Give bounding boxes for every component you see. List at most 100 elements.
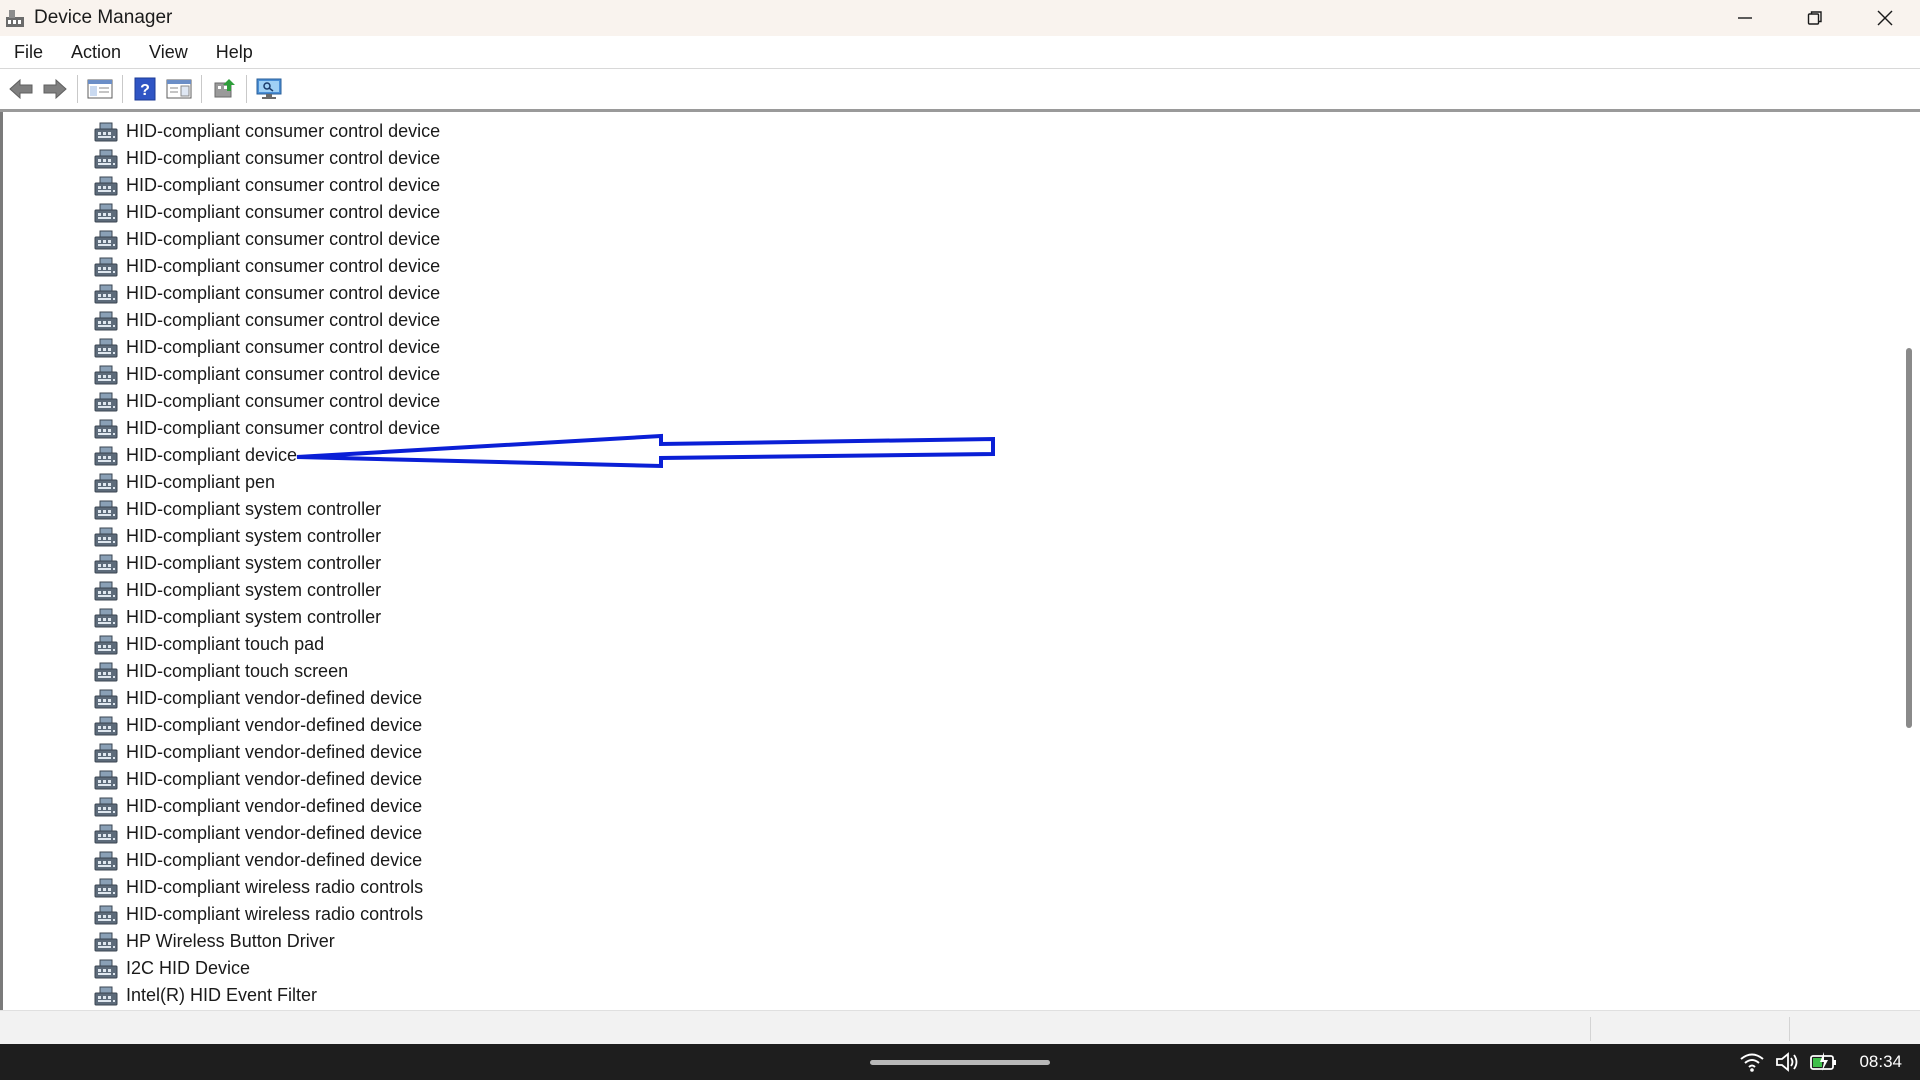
device-label: HID-compliant system controller — [126, 580, 382, 600]
taskbar: 08:34 — [0, 1044, 1920, 1080]
device-tree-item[interactable]: HID-compliant vendor-defined device — [93, 820, 440, 847]
device-tree-item[interactable]: HID-compliant consumer control device — [93, 415, 440, 442]
hid-device-icon — [94, 149, 118, 168]
device-label: HID-compliant consumer control device — [126, 121, 441, 141]
device-tree: HID-compliant consumer control device HID… — [93, 118, 440, 1009]
device-tree-item[interactable]: HID-compliant vendor-defined device — [93, 685, 440, 712]
device-tree-item[interactable]: HID-compliant vendor-defined device — [93, 847, 440, 874]
device-tree-item[interactable]: HID-compliant system controller — [93, 550, 440, 577]
device-tree-item[interactable]: HID-compliant vendor-defined device — [93, 712, 440, 739]
device-tree-item[interactable]: I2C HID Device — [93, 955, 440, 982]
menu-view[interactable]: View — [135, 42, 202, 63]
status-separator — [1789, 1017, 1790, 1041]
device-tree-item[interactable]: HID-compliant consumer control device — [93, 307, 440, 334]
back-button[interactable] — [4, 72, 38, 106]
device-label: HID-compliant wireless radio controls — [126, 877, 424, 897]
device-label: HID-compliant consumer control device — [126, 229, 441, 249]
close-icon — [1877, 10, 1893, 26]
device-tree-item[interactable]: HID-compliant consumer control device — [93, 145, 440, 172]
device-tree-item[interactable]: HID-compliant touch screen — [93, 658, 440, 685]
device-tree-item[interactable]: HID-compliant vendor-defined device — [93, 739, 440, 766]
device-tree-item[interactable]: HID-compliant system controller — [93, 496, 440, 523]
hid-device-icon — [94, 473, 118, 492]
system-tray: 08:34 — [1737, 1044, 1920, 1080]
device-tree-item[interactable]: HID-compliant vendor-defined device — [93, 793, 440, 820]
taskbar-handle[interactable] — [870, 1060, 1050, 1065]
hid-device-icon — [94, 986, 118, 1005]
hid-device-icon — [94, 419, 118, 438]
show-hide-console-tree-button[interactable] — [83, 72, 117, 106]
device-label: HID-compliant vendor-defined device — [126, 688, 423, 708]
menu-bar: File Action View Help — [0, 36, 1920, 69]
device-tree-item[interactable]: HID-compliant system controller — [93, 577, 440, 604]
device-tree-item[interactable]: HID-compliant consumer control device — [93, 253, 440, 280]
scan-hardware-changes-icon — [256, 78, 282, 99]
console-tree-icon — [87, 79, 113, 99]
device-tree-item[interactable]: HID-compliant consumer control device — [93, 172, 440, 199]
hid-device-icon — [94, 851, 118, 870]
device-tree-item[interactable]: HID-compliant vendor-defined device — [93, 766, 440, 793]
properties-view-button[interactable] — [162, 72, 196, 106]
hid-device-icon — [94, 554, 118, 573]
device-label: HID-compliant vendor-defined device — [126, 742, 423, 762]
status-bar — [0, 1010, 1920, 1045]
device-label: HID-compliant pen — [126, 472, 276, 492]
hid-device-icon — [94, 230, 118, 249]
help-button[interactable]: ? — [128, 72, 162, 106]
device-tree-item[interactable]: HID-compliant consumer control device — [93, 388, 440, 415]
device-tree-item[interactable]: HID-compliant wireless radio controls — [93, 901, 440, 928]
forward-button[interactable] — [38, 72, 72, 106]
toolbar-separator — [246, 75, 247, 103]
minimize-button[interactable] — [1710, 0, 1780, 36]
volume-button[interactable] — [1773, 1047, 1803, 1077]
close-button[interactable] — [1850, 0, 1920, 36]
device-tree-item[interactable]: HID-compliant pen — [93, 469, 440, 496]
wifi-button[interactable] — [1737, 1047, 1767, 1077]
forward-arrow-icon — [43, 78, 67, 100]
minimize-icon — [1738, 17, 1752, 19]
device-tree-item[interactable]: HID-compliant consumer control device — [93, 118, 440, 145]
device-tree-item[interactable]: HID-compliant wireless radio controls — [93, 874, 440, 901]
vertical-scrollbar[interactable] — [1897, 112, 1920, 1010]
menu-file[interactable]: File — [0, 42, 57, 63]
device-tree-item[interactable]: HID-compliant consumer control device — [93, 334, 440, 361]
device-label: HID-compliant system controller — [126, 607, 382, 627]
properties-view-icon — [166, 79, 192, 99]
back-arrow-icon — [9, 78, 33, 100]
device-tree-item[interactable]: HID-compliant consumer control device — [93, 361, 440, 388]
battery-button[interactable] — [1809, 1047, 1839, 1077]
hid-device-icon — [94, 878, 118, 897]
device-tree-item[interactable]: HID-compliant device — [93, 442, 440, 469]
device-tree-item[interactable]: Intel(R) HID Event Filter — [93, 982, 440, 1009]
device-label: HID-compliant consumer control device — [126, 148, 441, 168]
hid-device-icon — [94, 527, 118, 546]
hid-device-icon — [94, 932, 118, 951]
hid-device-icon — [94, 662, 118, 681]
device-tree-item[interactable]: HP Wireless Button Driver — [93, 928, 440, 955]
device-tree-item[interactable]: HID-compliant touch pad — [93, 631, 440, 658]
device-tree-item[interactable]: HID-compliant consumer control device — [93, 199, 440, 226]
device-tree-item[interactable]: HID-compliant consumer control device — [93, 226, 440, 253]
device-label: HID-compliant vendor-defined device — [126, 769, 423, 789]
clock[interactable]: 08:34 — [1859, 1052, 1902, 1072]
hid-device-icon — [94, 716, 118, 735]
device-label: HID-compliant consumer control device — [126, 337, 441, 357]
restore-button[interactable] — [1780, 0, 1850, 36]
scrollbar-thumb[interactable] — [1906, 348, 1912, 728]
device-label: HP Wireless Button Driver — [126, 931, 335, 951]
device-label: HID-compliant consumer control device — [126, 283, 441, 303]
toolbar-separator — [201, 75, 202, 103]
device-label: HID-compliant device — [126, 445, 298, 465]
menu-help[interactable]: Help — [202, 42, 267, 63]
scan-hardware-changes-button[interactable] — [252, 72, 286, 106]
window-controls — [1710, 0, 1920, 36]
device-tree-item[interactable]: HID-compliant consumer control device — [93, 280, 440, 307]
device-tree-item[interactable]: HID-compliant system controller — [93, 604, 440, 631]
device-tree-item[interactable]: HID-compliant system controller — [93, 523, 440, 550]
menu-action[interactable]: Action — [57, 42, 135, 63]
device-label: HID-compliant consumer control device — [126, 418, 441, 438]
hid-device-icon — [94, 797, 118, 816]
update-driver-button[interactable] — [207, 72, 241, 106]
hid-device-icon — [94, 635, 118, 654]
device-label: HID-compliant vendor-defined device — [126, 715, 423, 735]
